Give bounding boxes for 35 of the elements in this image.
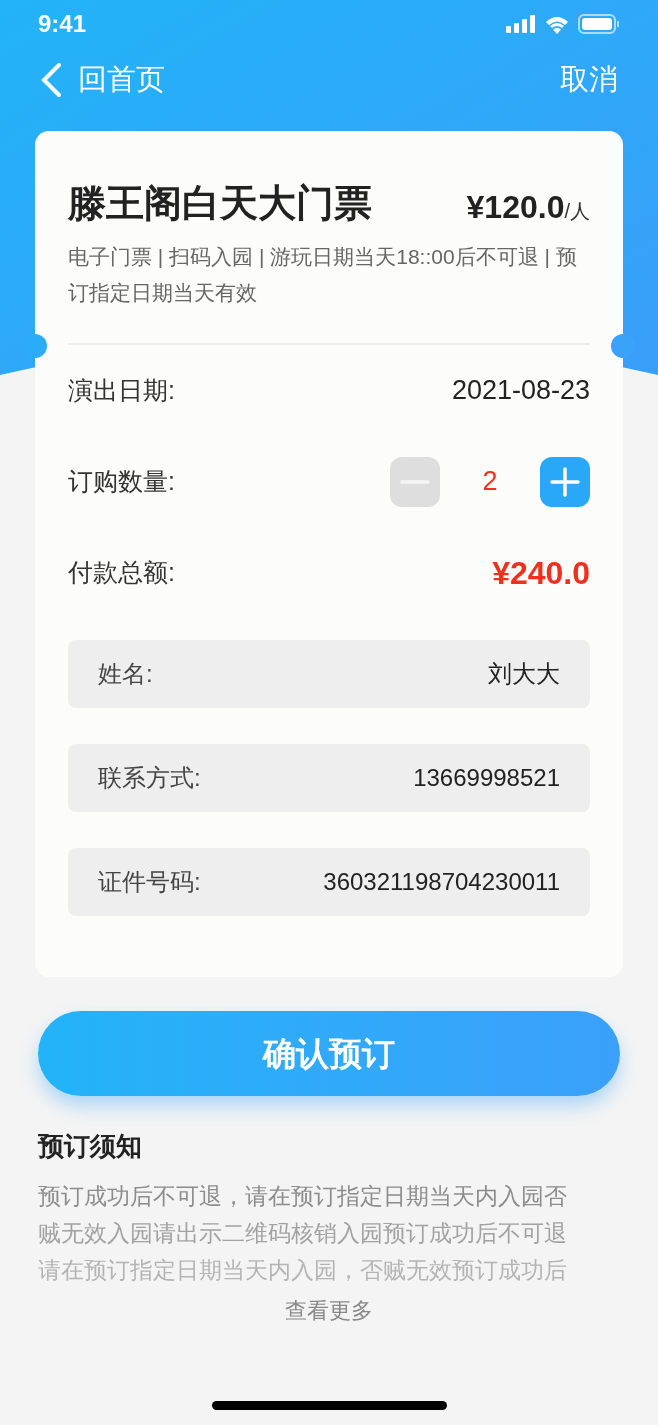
signal-icon <box>506 15 536 33</box>
field-value: 13669998521 <box>413 763 560 793</box>
field-value: 360321198704230011 <box>323 867 560 897</box>
row-label: 演出日期: <box>68 374 175 406</box>
info-field[interactable]: 证件号码: 360321198704230011 <box>68 848 590 916</box>
battery-icon <box>578 14 620 34</box>
ticket-title: 滕王阁白天大门票 <box>68 181 372 226</box>
row-label: 付款总额: <box>68 556 175 588</box>
confirm-button[interactable]: 确认预订 <box>38 1011 620 1096</box>
row-label: 订购数量: <box>68 465 175 497</box>
plus-button[interactable] <box>540 456 590 507</box>
date-value: 2021-08-23 <box>451 374 590 408</box>
wifi-icon <box>544 14 570 34</box>
status-time: 9:41 <box>38 9 87 39</box>
notice-text: 预订成功后不可退，请在预订指定日期当天内入园否 <box>38 1183 568 1211</box>
field-value: 刘大大 <box>488 659 560 689</box>
total-amount: ¥240.0 <box>492 553 590 593</box>
quantity-value: 2 <box>481 465 499 499</box>
notice-text: 请在预订指定日期当天内入园，否贼无效预订成功后 <box>38 1257 568 1285</box>
notice-title: 预订须知 <box>38 1130 143 1163</box>
cancel-button[interactable]: 取消 <box>560 58 618 102</box>
ticket-notch <box>23 334 47 358</box>
back-icon <box>40 62 62 98</box>
notice-text: 贼无效入园请出示二维码核销入园预订成功后不可退 <box>38 1220 568 1248</box>
info-field[interactable]: 姓名: 刘大大 <box>68 640 590 708</box>
field-label: 证件号码: <box>98 867 201 897</box>
field-label: 联系方式: <box>98 763 201 793</box>
view-more-link[interactable]: 查看更多 <box>285 1295 373 1327</box>
info-field[interactable]: 联系方式: 13669998521 <box>68 744 590 812</box>
back-button[interactable]: 回首页 <box>40 58 165 102</box>
ticket-description: 电子门票 | 扫码入园 | 游玩日期当天18::00后不可退 | 预订指定日期当天有效 <box>68 244 578 306</box>
ticket-price: ¥120.0 <box>466 188 565 227</box>
field-label: 姓名: <box>98 659 153 689</box>
price-unit: /人 <box>564 200 590 224</box>
plus-icon <box>550 466 580 497</box>
